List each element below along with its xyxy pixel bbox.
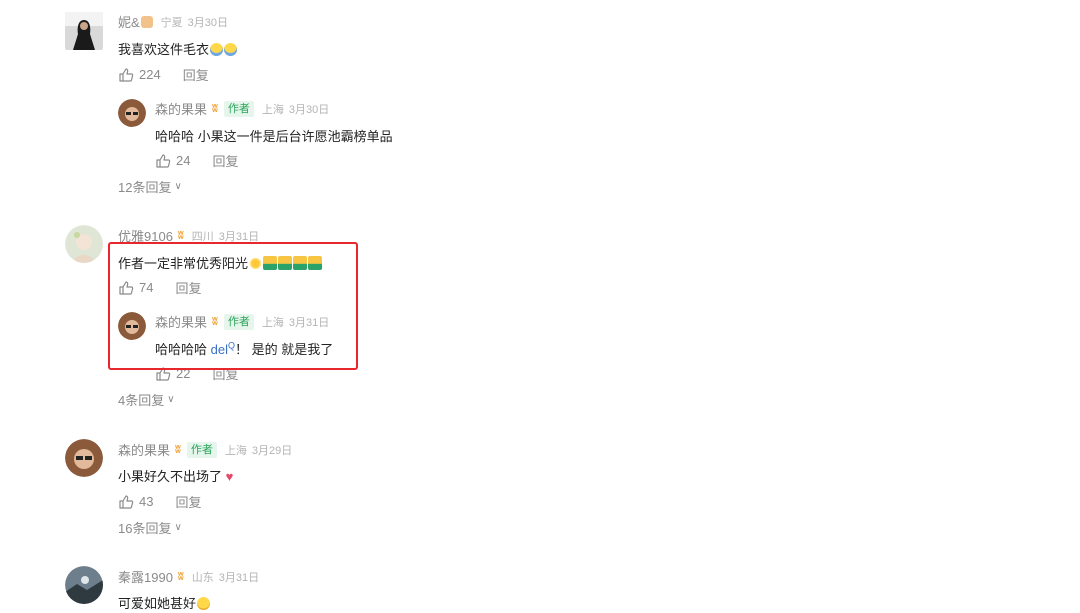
like-count: 224: [139, 67, 161, 82]
comment-feed: 妮& 宁夏 3月30日 我喜欢这件毛衣 224 回复 森的果果 ʬ 作者 上海 …: [0, 0, 1080, 613]
like-count: 24: [176, 153, 191, 168]
comment-text: 我喜欢这件毛衣: [118, 39, 238, 58]
location: 上海: [261, 103, 284, 116]
reply-actions: 24 回复: [155, 151, 238, 170]
crown-badge-icon: ʬ: [175, 443, 181, 456]
location: 山东: [191, 571, 214, 584]
username[interactable]: 森的果果: [118, 440, 170, 459]
avatar[interactable]: [65, 12, 103, 50]
location: 上海: [224, 444, 247, 457]
comment-meta: 妮& 宁夏 3月30日: [118, 12, 228, 31]
chevron-down-icon: ∨: [174, 181, 182, 192]
avatar[interactable]: [65, 566, 103, 604]
date: 3月31日: [218, 571, 260, 584]
comment-meta: 森的果果 ʬ 作者 上海 3月29日: [118, 440, 292, 459]
chevron-down-icon: ∨: [167, 394, 175, 405]
crown-badge-icon: ʬ: [177, 229, 184, 242]
author-badge: 作者: [186, 441, 217, 458]
more-replies-label: 12条回复: [118, 180, 172, 195]
date: 3月29日: [251, 444, 293, 457]
thumbs-up-icon[interactable]: [155, 153, 171, 169]
comment-text-body: 可爱如她甚好: [118, 596, 197, 611]
reply-meta: 森的果果 ʬ 作者 上海 3月30日: [155, 99, 329, 118]
more-replies-label: 16条回复: [118, 521, 172, 536]
comment-actions: 224 回复: [118, 65, 209, 84]
more-replies-label: 4条回复: [118, 393, 165, 408]
comment-meta: 秦露1990 ʬ 山东 3月31日: [118, 567, 259, 586]
date: 3月30日: [187, 16, 229, 29]
reply-button[interactable]: 回复: [183, 65, 209, 84]
expand-replies-button[interactable]: 4条回复 ∨: [118, 390, 175, 409]
highlight-box: [108, 242, 358, 370]
comment-text-body: 小果好久不出场了: [118, 469, 223, 484]
reply-button[interactable]: 回复: [175, 492, 201, 511]
date: 3月30日: [288, 103, 330, 116]
crown-badge-icon: ʬ: [177, 570, 184, 583]
thumbs-up-icon[interactable]: [118, 494, 134, 510]
reply-button[interactable]: 回复: [212, 151, 238, 170]
expand-replies-button[interactable]: 16条回复 ∨: [118, 518, 182, 537]
laugh-cry-emoji-icon: [210, 43, 224, 56]
laugh-cry-emoji-icon: [224, 43, 238, 56]
cat-emoji-icon: [140, 15, 153, 28]
like-count: 43: [139, 494, 154, 509]
avatar[interactable]: [65, 439, 103, 477]
expand-replies-button[interactable]: 12条回复 ∨: [118, 177, 182, 196]
location: 宁夏: [160, 16, 183, 29]
reply-text: 哈哈哈 小果这一件是后台许愿池霸榜单品: [155, 129, 393, 144]
avatar[interactable]: [65, 225, 103, 263]
author-badge: 作者: [223, 100, 254, 117]
thumbs-up-icon[interactable]: [118, 67, 134, 83]
smile-emoji-icon: [197, 597, 211, 610]
comment-text: 小果好久不出场了 ♥: [118, 466, 233, 485]
username[interactable]: 秦露1990: [118, 567, 173, 586]
avatar[interactable]: [118, 99, 146, 127]
crown-badge-icon: ʬ: [212, 102, 218, 115]
comment-actions: 43 回复: [118, 492, 201, 511]
comment-text-body: 我喜欢这件毛衣: [118, 42, 210, 57]
username[interactable]: 妮&: [118, 12, 140, 31]
heart-emoji-icon: ♥: [222, 469, 234, 484]
comment-text: 可爱如她甚好: [118, 593, 211, 612]
chevron-down-icon: ∨: [174, 522, 182, 533]
username[interactable]: 森的果果: [155, 99, 207, 118]
